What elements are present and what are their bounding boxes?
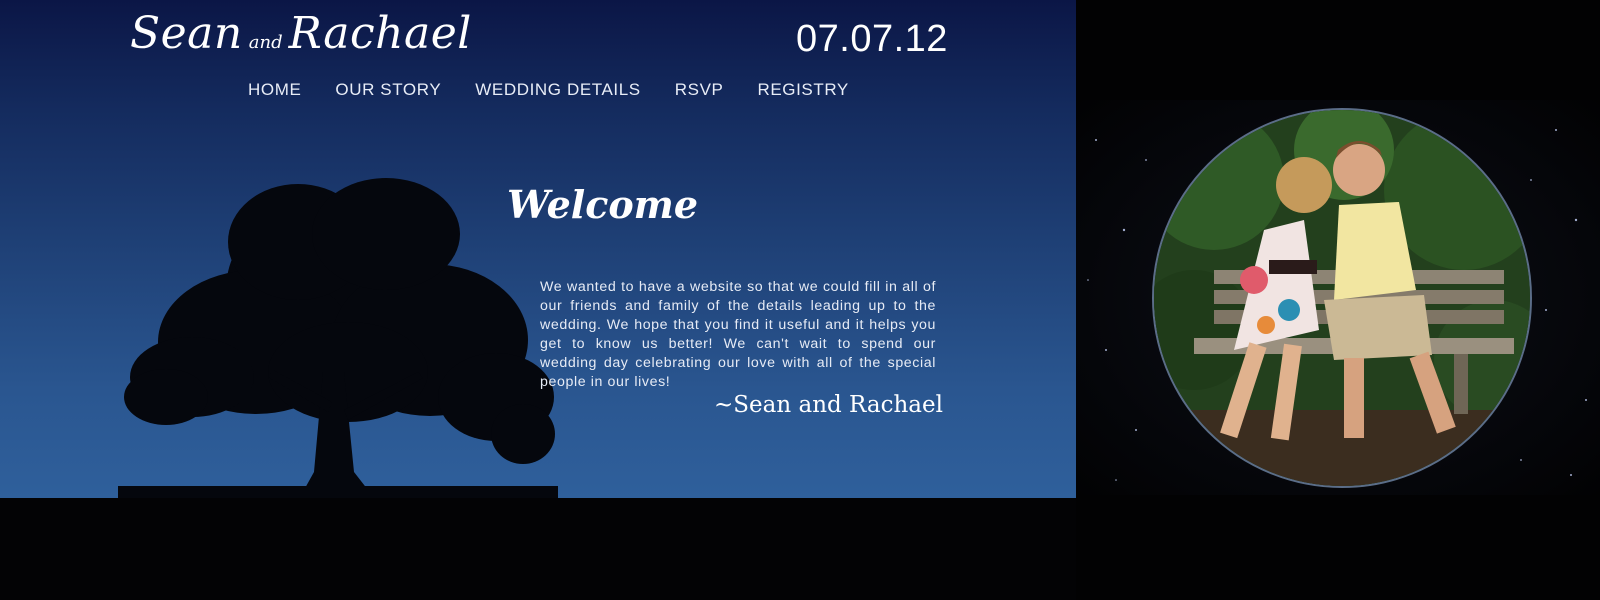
nav-item-our-story[interactable]: OUR STORY: [335, 80, 441, 100]
brand-first-name: Sean: [130, 8, 243, 59]
nav-item-rsvp[interactable]: RSVP: [675, 80, 724, 100]
page: Sean and Rachael 07.07.12 HOME OUR STORY W…: [0, 0, 1600, 600]
nav-item-home[interactable]: HOME: [248, 80, 301, 100]
intro-paragraph: We wanted to have a website so that we c…: [540, 279, 936, 391]
site-logo[interactable]: Sean and Rachael: [130, 8, 472, 59]
hero-panel: Sean and Rachael 07.07.12 HOME OUR STORY W…: [0, 0, 1076, 500]
tree-silhouette: [118, 178, 558, 500]
brand-second-name: Rachael: [288, 8, 472, 59]
nav-item-wedding-details[interactable]: WEDDING DETAILS: [475, 80, 640, 100]
main-nav: HOME OUR STORY WEDDING DETAILS RSVP REGI…: [248, 80, 883, 100]
ground-band: [0, 498, 1076, 600]
wedding-date: 07.07.12: [796, 18, 948, 60]
welcome-heading: Welcome: [507, 182, 699, 227]
signature: ~Sean and Rachael: [714, 392, 943, 418]
brand-and: and: [248, 32, 283, 53]
nav-item-registry[interactable]: REGISTRY: [757, 80, 848, 100]
couple-photo: [1152, 108, 1532, 488]
